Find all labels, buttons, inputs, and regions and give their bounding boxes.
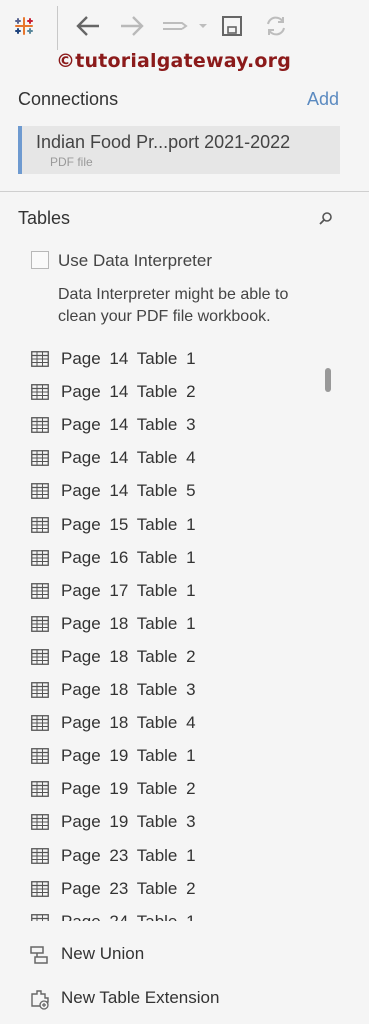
table-name: Page 14 Table 2 (61, 382, 196, 402)
table-icon (31, 781, 49, 801)
table-list-item[interactable]: Page 17 Table 1 (0, 575, 320, 608)
data-interpreter-description: Data Interpreter might be able to clean … (58, 286, 289, 325)
search-icon[interactable] (318, 211, 334, 231)
toolbar-separator (57, 6, 58, 50)
data-interpreter-checkbox[interactable] (31, 251, 49, 269)
table-extension-icon (28, 988, 52, 1016)
scrollbar-thumb[interactable] (325, 368, 331, 392)
table-name: Page 15 Table 1 (61, 514, 196, 534)
section-divider (0, 191, 369, 192)
table-list-item[interactable]: Page 14 Table 1 (0, 343, 320, 376)
table-name: Page 23 Table 1 (61, 845, 196, 865)
table-list-item[interactable]: Page 15 Table 1 (0, 509, 320, 542)
table-name: Page 14 Table 5 (61, 481, 196, 501)
table-list-item[interactable]: Page 19 Table 3 (0, 806, 320, 839)
table-name: Page 23 Table 2 (61, 878, 196, 898)
table-icon (31, 615, 49, 636)
table-icon (31, 384, 49, 404)
table-list-item[interactable]: Page 19 Table 1 (0, 740, 320, 773)
table-list-item[interactable]: Page 14 Table 4 (0, 442, 320, 475)
table-icon (31, 648, 49, 669)
table-list: Page 14 Table 1 Page 14 Table 2 Page 14 Ta… (0, 343, 369, 921)
table-name: Page 19 Table 1 (61, 746, 196, 766)
save-icon[interactable] (221, 15, 243, 37)
table-list-item[interactable]: Page 23 Table 2 (0, 873, 320, 906)
new-table-extension-label: New Table Extension (61, 988, 220, 1007)
union-icon (28, 944, 50, 970)
table-icon (31, 715, 49, 735)
tableau-logo-icon[interactable] (12, 14, 36, 38)
table-name: Page 19 Table 3 (61, 812, 196, 832)
table-name: Page 18 Table 3 (61, 680, 196, 699)
table-list-item[interactable]: Page 23 Table 1 (0, 840, 320, 873)
table-name: Page 24 Table 1 (61, 912, 196, 921)
table-list-item[interactable]: Page 14 Table 2 (0, 376, 320, 409)
new-union-item[interactable]: New Union (0, 938, 369, 972)
table-list-item[interactable]: Page 18 Table 3 (0, 674, 320, 707)
table-list-item[interactable]: Page 14 Table 5 (0, 475, 320, 508)
connection-type: PDF file (50, 155, 93, 169)
watermark: ©tutorialgateway.org (56, 50, 292, 72)
table-name: Page 18 Table 4 (61, 713, 196, 733)
table-icon (31, 814, 49, 834)
add-connection-link[interactable]: Add (307, 89, 339, 110)
table-icon (31, 483, 49, 503)
tables-title: Tables (18, 208, 71, 228)
table-list-item[interactable]: Page 18 Table 1 (0, 608, 320, 641)
table-name: Page 18 Table 1 (61, 613, 196, 633)
table-list-item[interactable]: Page 19 Table 2 (0, 773, 320, 806)
connection-item[interactable]: Indian Food Pr...port 2021-2022 PDF file (18, 126, 340, 174)
new-union-label: New Union (61, 944, 145, 963)
data-interpreter-label[interactable]: Use Data Interpreter (58, 251, 212, 271)
pause-refresh-icon[interactable] (160, 15, 208, 37)
table-icon (31, 516, 49, 537)
table-icon (31, 880, 49, 901)
connections-title: Connections (18, 89, 119, 109)
table-name: Page 18 Table 2 (61, 646, 196, 666)
table-name: Page 14 Table 4 (61, 448, 196, 468)
table-name: Page 14 Table 1 (61, 349, 196, 368)
table-icon (31, 450, 49, 470)
table-icon (31, 582, 49, 603)
table-name: Page 19 Table 2 (61, 779, 196, 799)
forward-icon[interactable] (118, 13, 146, 39)
table-icon (31, 417, 49, 437)
table-list-item[interactable]: Page 18 Table 4 (0, 707, 320, 740)
back-icon[interactable] (74, 13, 102, 39)
table-name: Page 17 Table 1 (61, 580, 196, 600)
table-icon (31, 549, 49, 570)
toolbar (0, 0, 369, 52)
table-list-item[interactable]: Page 24 Table 1 (0, 906, 320, 921)
new-table-extension-item[interactable]: New Table Extension (0, 982, 369, 1016)
table-icon (31, 351, 49, 371)
table-icon (31, 847, 49, 868)
table-icon (31, 748, 49, 768)
table-name: Page 16 Table 1 (61, 547, 196, 567)
table-name: Page 14 Table 3 (61, 415, 196, 435)
table-list-item[interactable]: Page 14 Table 3 (0, 409, 320, 442)
table-icon (31, 682, 49, 702)
table-list-item[interactable]: Page 18 Table 2 (0, 641, 320, 674)
connection-name: Indian Food Pr...port 2021-2022 (36, 132, 291, 152)
refresh-icon[interactable] (264, 14, 288, 38)
table-icon (31, 913, 49, 921)
table-list-item[interactable]: Page 16 Table 1 (0, 542, 320, 575)
